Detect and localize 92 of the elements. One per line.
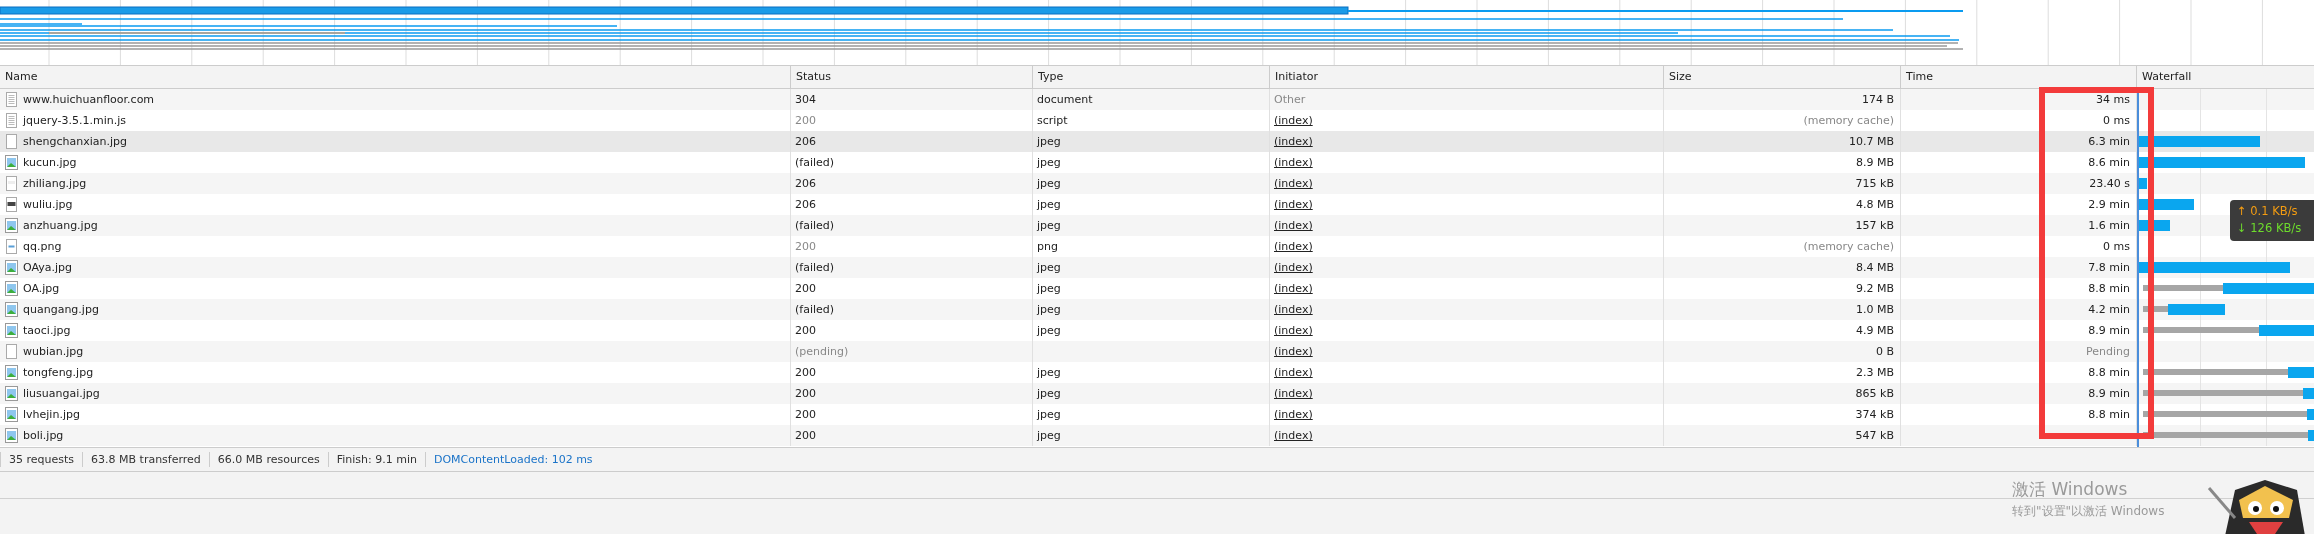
type-text: jpeg <box>1037 219 1061 232</box>
type-text: jpeg <box>1037 261 1061 274</box>
status-text: (failed) <box>795 156 835 169</box>
summary-text: Finish: 9.1 min <box>327 452 425 467</box>
time-text: 34 ms <box>2096 93 2130 106</box>
time-text: 6.3 min <box>2088 135 2130 148</box>
file-name: kucun.jpg <box>23 155 77 171</box>
file-name: shengchanxian.jpg <box>23 134 127 150</box>
file-name: anzhuang.jpg <box>23 218 98 234</box>
type-text: jpeg <box>1037 156 1061 169</box>
size-text: 0 B <box>1875 345 1894 358</box>
type-text: jpeg <box>1037 324 1061 337</box>
status-text: 304 <box>795 93 816 106</box>
summary-text: 35 requests <box>0 452 83 467</box>
status-text: 200 <box>795 429 816 442</box>
time-text: Pending <box>2086 345 2130 358</box>
type-text: jpeg <box>1037 303 1061 316</box>
file-name: liusuangai.jpg <box>23 386 100 402</box>
status-text: 200 <box>795 240 816 253</box>
size-text: (memory cache) <box>1803 114 1894 127</box>
status-text: 206 <box>795 198 816 211</box>
file-name: www.huichuanfloor.com <box>23 92 155 108</box>
time-text: 8.9 min <box>2088 387 2130 400</box>
size-text: 4.9 MB <box>1855 324 1894 337</box>
status-text: (failed) <box>795 261 835 274</box>
file-name: wubian.jpg <box>23 344 84 360</box>
file-name: quangang.jpg <box>23 302 99 318</box>
size-text: 174 B <box>1861 93 1894 106</box>
type-text: jpeg <box>1037 366 1061 379</box>
status-text: 206 <box>795 177 816 190</box>
time-text: 2.9 min <box>2088 198 2130 211</box>
summary-text: 66.0 MB resources <box>208 452 328 467</box>
file-name: taoci.jpg <box>23 323 71 339</box>
status-text: 200 <box>795 408 816 421</box>
event-timing-text: DOMContentLoaded: 102 ms <box>424 452 601 467</box>
time-text: 8.9 min <box>2088 324 2130 337</box>
status-text: (pending) <box>795 345 849 358</box>
activation-title: 激活 Windows <box>2012 478 2128 501</box>
size-text: 8.4 MB <box>1855 261 1894 274</box>
type-text: jpeg <box>1037 282 1061 295</box>
time-text: 8.8 min <box>2088 282 2130 295</box>
type-text: jpeg <box>1037 429 1061 442</box>
time-text: 7.8 min <box>2088 261 2130 274</box>
initiator-text: Other <box>1274 93 1306 106</box>
type-text: document <box>1037 93 1093 106</box>
file-name: OA.jpg <box>23 281 60 297</box>
type-text: jpeg <box>1037 408 1061 421</box>
file-name: lvhejin.jpg <box>23 407 80 423</box>
size-text: 4.8 MB <box>1855 198 1894 211</box>
size-text: 10.7 MB <box>1848 135 1894 148</box>
time-text: 8.6 min <box>2088 156 2130 169</box>
status-text: 206 <box>795 135 816 148</box>
file-name: OAya.jpg <box>23 260 72 276</box>
time-text: 4.2 min <box>2088 303 2130 316</box>
download-speed: ↓ 126 KB/s <box>2237 220 2303 237</box>
file-name: jquery-3.5.1.min.js <box>23 113 127 129</box>
size-text: 9.2 MB <box>1855 282 1894 295</box>
size-text: 157 kB <box>1855 219 1894 232</box>
time-text: 1.6 min <box>2088 219 2130 232</box>
file-name: tongfeng.jpg <box>23 365 94 381</box>
time-text: 8.8 min <box>2088 408 2130 421</box>
file-name: qq.png <box>23 239 62 255</box>
summary-text: 63.8 MB transferred <box>82 452 209 467</box>
file-name: wuliu.jpg <box>23 197 73 213</box>
status-text: 200 <box>795 324 816 337</box>
status-text: 200 <box>795 114 816 127</box>
size-text: (memory cache) <box>1803 240 1894 253</box>
size-text: 865 kB <box>1855 387 1894 400</box>
type-text: jpeg <box>1037 387 1061 400</box>
time-text: 0 ms <box>2103 114 2130 127</box>
size-text: 8.9 MB <box>1855 156 1894 169</box>
type-text: jpeg <box>1037 135 1061 148</box>
file-name: zhiliang.jpg <box>23 176 87 192</box>
time-text: 0 ms <box>2103 240 2130 253</box>
type-text: script <box>1037 114 1068 127</box>
status-text: 200 <box>795 366 816 379</box>
size-text: 1.0 MB <box>1855 303 1894 316</box>
size-text: 374 kB <box>1855 408 1894 421</box>
size-text: 547 kB <box>1855 429 1894 442</box>
type-text: jpeg <box>1037 177 1061 190</box>
status-text: 200 <box>795 387 816 400</box>
type-text: jpeg <box>1037 198 1061 211</box>
size-text: 2.3 MB <box>1855 366 1894 379</box>
file-name: boli.jpg <box>23 428 64 444</box>
status-text: 200 <box>795 282 816 295</box>
status-text: (failed) <box>795 219 835 232</box>
time-text: 8.8 min <box>2088 366 2130 379</box>
activation-message: 转到"设置"以激活 Windows <box>2012 503 2165 520</box>
size-text: 715 kB <box>1855 177 1894 190</box>
status-text: (failed) <box>795 303 835 316</box>
type-text: png <box>1037 240 1058 253</box>
time-text: 23.40 s <box>2089 177 2130 190</box>
